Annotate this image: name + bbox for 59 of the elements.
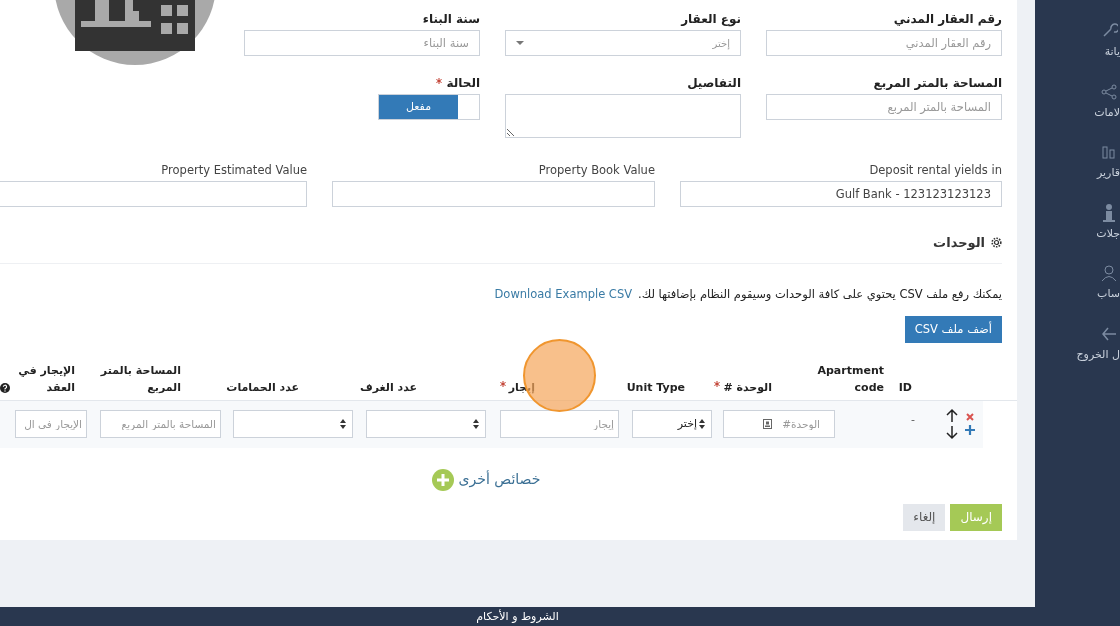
input-field[interactable]: رقم العقار المدني <box>766 30 1002 56</box>
field-label: رقم العقار المدني <box>893 12 1002 26</box>
sort-arrows-icon <box>340 419 346 430</box>
select-field[interactable]: إختر <box>632 410 712 439</box>
input-field[interactable]: المساحة بالمتر المربع <box>766 94 1002 120</box>
column-header: الوحدة # <box>723 379 772 396</box>
column-header: Apartment code <box>817 362 884 396</box>
input-field[interactable]: Gulf Bank - 123123123123 <box>680 181 1002 207</box>
status-toggle[interactable]: مفعل <box>378 94 480 120</box>
nav-item[interactable]: ل الخروج <box>1076 346 1120 363</box>
table-cell-text: - <box>911 412 915 428</box>
nav-item[interactable]: يانة <box>1104 44 1120 61</box>
gear-icon <box>991 237 1002 249</box>
column-header: ID <box>898 379 912 396</box>
column-header: Unit Type <box>626 379 685 396</box>
info-icon <box>1100 203 1118 222</box>
input-field[interactable] <box>332 181 655 207</box>
more-properties-link[interactable]: خصائص أخرى <box>431 468 541 491</box>
input-field[interactable]: سنة البناء <box>244 30 480 56</box>
share-icon <box>1100 82 1118 101</box>
column-header: عدد الغرف <box>359 379 417 396</box>
add-icon[interactable] <box>965 425 975 436</box>
caret-icon <box>516 41 524 45</box>
user-icon <box>1100 264 1118 282</box>
cancel-button[interactable]: إلغاء <box>903 503 946 531</box>
select-field[interactable] <box>366 410 486 439</box>
field-label: Deposit rental yields in <box>869 163 1002 177</box>
nav-item[interactable]: لامات <box>1094 104 1120 121</box>
plus-icon <box>431 468 454 491</box>
nav-item[interactable]: ساب <box>1097 286 1120 303</box>
field-label: التفاصيل <box>687 76 741 90</box>
sort-arrows-icon <box>699 419 705 430</box>
column-header: المساحة بالمتر المربع <box>99 362 181 396</box>
field-label: الحالة <box>446 76 480 90</box>
input-field[interactable] <box>0 181 307 207</box>
field-label: Property Book Value <box>538 163 655 177</box>
bar-chart-icon <box>1100 143 1118 161</box>
field-label: سنة البناء <box>422 12 480 26</box>
delete-icon[interactable] <box>966 413 974 422</box>
nav-item[interactable]: قارير <box>1096 165 1120 182</box>
description-text: يمكنك رفع ملف CSV يحتوي على كافة الوحدات وسيقوم النظام بإضافتها لك. <box>638 285 1002 303</box>
input-field[interactable]: الإيجار في ال <box>15 410 87 439</box>
select-field[interactable] <box>233 410 353 439</box>
up-down-arrows-icon[interactable] <box>945 408 959 441</box>
terms-link[interactable]: الشروط و الأحكام <box>476 611 559 622</box>
section-title: الوحدات <box>933 234 985 252</box>
nav-item[interactable]: جلات <box>1096 225 1120 242</box>
column-header: الإيجار في العقد <box>17 362 75 396</box>
download-link[interactable]: Download Example CSV <box>494 285 633 303</box>
input-field[interactable]: إيجار <box>500 410 619 439</box>
column-header: عدد الحمامات <box>226 379 299 396</box>
field-label: Property Estimated Value <box>161 163 307 177</box>
field-label: المساحة بالمتر المربع <box>873 76 1002 90</box>
input-field[interactable]: الوحدة# <box>723 410 835 439</box>
field-label: نوع العقار <box>681 12 741 26</box>
input-field[interactable]: المساحة بالمتر المربع <box>100 410 221 439</box>
sort-arrows-icon <box>473 419 479 430</box>
text-area[interactable] <box>505 94 741 138</box>
upload-csv-button[interactable]: أضف ملف CSV <box>904 315 1002 343</box>
